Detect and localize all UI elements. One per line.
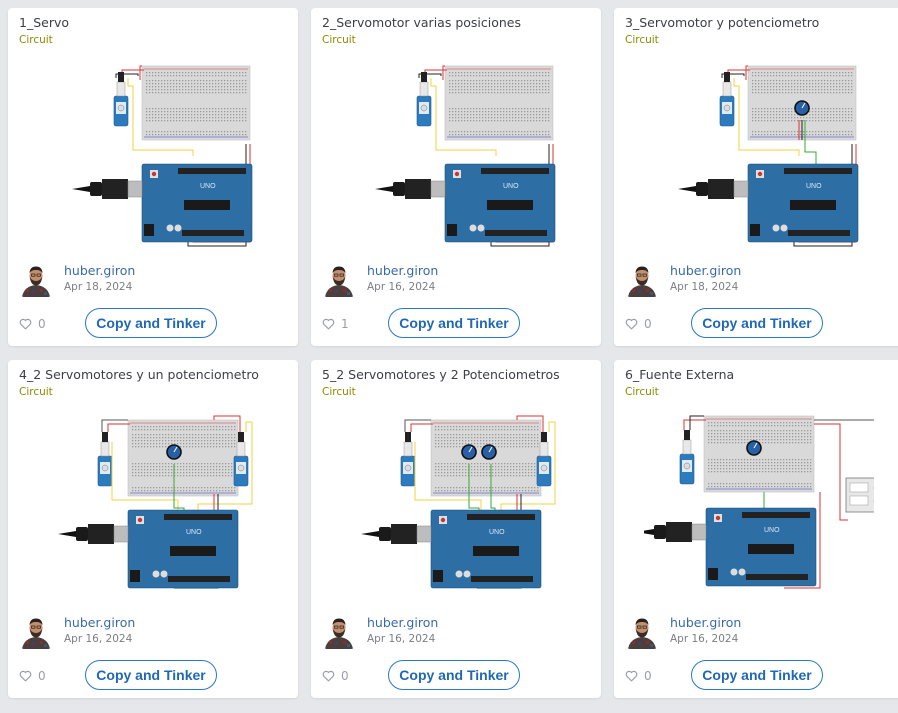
- project-title[interactable]: 5_2 Servomotores y 2 Potenciometros: [322, 367, 560, 382]
- project-date: Apr 16, 2024: [367, 281, 436, 293]
- heart-outline-icon: [625, 667, 638, 686]
- author-avatar[interactable]: [20, 263, 52, 297]
- project-type: Circuit: [625, 34, 659, 46]
- author-avatar[interactable]: [323, 263, 355, 297]
- like-count: 0: [644, 669, 652, 683]
- project-date: Apr 16, 2024: [64, 633, 133, 645]
- svg-text:UNO: UNO: [186, 529, 202, 536]
- project-title[interactable]: 1_Servo: [19, 15, 69, 30]
- copy-and-tinker-button[interactable]: Copy and Tinker: [691, 660, 823, 690]
- author-avatar[interactable]: [20, 615, 52, 649]
- project-type: Circuit: [322, 34, 356, 46]
- project-card[interactable]: 3_Servomotor y potenciometro Circuit UNO…: [614, 8, 898, 346]
- project-title[interactable]: 3_Servomotor y potenciometro: [625, 15, 819, 30]
- project-date: Apr 18, 2024: [670, 281, 739, 293]
- project-type: Circuit: [19, 386, 53, 398]
- like-button[interactable]: 0: [19, 667, 59, 685]
- author-avatar[interactable]: [323, 615, 355, 649]
- project-title[interactable]: 6_Fuente Externa: [625, 367, 734, 382]
- circuit-thumbnail[interactable]: UNO: [636, 408, 891, 608]
- like-count: 0: [644, 317, 652, 331]
- like-count: 0: [38, 317, 46, 331]
- project-card[interactable]: 2_Servomotor varias posiciones Circuit U…: [311, 8, 601, 346]
- author-name[interactable]: huber.giron: [670, 615, 741, 630]
- project-type: Circuit: [19, 34, 53, 46]
- heart-outline-icon: [19, 315, 32, 334]
- project-type: Circuit: [625, 386, 659, 398]
- like-count: 1: [341, 317, 349, 331]
- project-date: Apr 16, 2024: [670, 633, 739, 645]
- like-count: 0: [341, 669, 349, 683]
- project-date: Apr 18, 2024: [64, 281, 133, 293]
- project-type: Circuit: [322, 386, 356, 398]
- copy-and-tinker-button[interactable]: Copy and Tinker: [85, 660, 217, 690]
- project-title[interactable]: 4_2 Servomotores y un potenciometro: [19, 367, 259, 382]
- author-name[interactable]: huber.giron: [64, 263, 135, 278]
- author-avatar[interactable]: [626, 615, 658, 649]
- heart-outline-icon: [322, 667, 335, 686]
- author-name[interactable]: huber.giron: [367, 615, 438, 630]
- svg-text:UNO: UNO: [764, 527, 780, 534]
- like-button[interactable]: 1: [322, 315, 362, 333]
- copy-and-tinker-button[interactable]: Copy and Tinker: [691, 308, 823, 338]
- svg-text:UNO: UNO: [806, 183, 822, 190]
- project-card[interactable]: 6_Fuente Externa Circuit UNO huber.giron…: [614, 360, 898, 698]
- like-button[interactable]: 0: [19, 315, 59, 333]
- project-date: Apr 16, 2024: [367, 633, 436, 645]
- like-button[interactable]: 0: [625, 667, 665, 685]
- author-name[interactable]: huber.giron: [670, 263, 741, 278]
- author-name[interactable]: huber.giron: [64, 615, 135, 630]
- project-card[interactable]: 4_2 Servomotores y un potenciometro Circ…: [8, 360, 298, 698]
- author-avatar[interactable]: [626, 263, 658, 297]
- project-card[interactable]: 1_Servo Circuit UNO huber.giron Apr 18, …: [8, 8, 298, 346]
- svg-text:UNO: UNO: [489, 529, 505, 536]
- like-button[interactable]: 0: [322, 667, 362, 685]
- copy-and-tinker-button[interactable]: Copy and Tinker: [85, 308, 217, 338]
- svg-text:UNO: UNO: [503, 183, 519, 190]
- circuit-thumbnail[interactable]: UNO: [644, 56, 874, 256]
- heart-outline-icon: [19, 667, 32, 686]
- circuit-thumbnail[interactable]: UNO: [38, 56, 268, 256]
- circuit-thumbnail[interactable]: UNO: [341, 56, 571, 256]
- like-count: 0: [38, 669, 46, 683]
- author-name[interactable]: huber.giron: [367, 263, 438, 278]
- circuit-thumbnail[interactable]: UNO: [38, 408, 268, 608]
- heart-outline-icon: [625, 315, 638, 334]
- circuit-thumbnail[interactable]: UNO: [341, 408, 571, 608]
- project-title[interactable]: 2_Servomotor varias posiciones: [322, 15, 521, 30]
- heart-outline-icon: [322, 315, 335, 334]
- copy-and-tinker-button[interactable]: Copy and Tinker: [388, 308, 520, 338]
- copy-and-tinker-button[interactable]: Copy and Tinker: [388, 660, 520, 690]
- like-button[interactable]: 0: [625, 315, 665, 333]
- project-card[interactable]: 5_2 Servomotores y 2 Potenciometros Circ…: [311, 360, 601, 698]
- svg-text:UNO: UNO: [200, 183, 216, 190]
